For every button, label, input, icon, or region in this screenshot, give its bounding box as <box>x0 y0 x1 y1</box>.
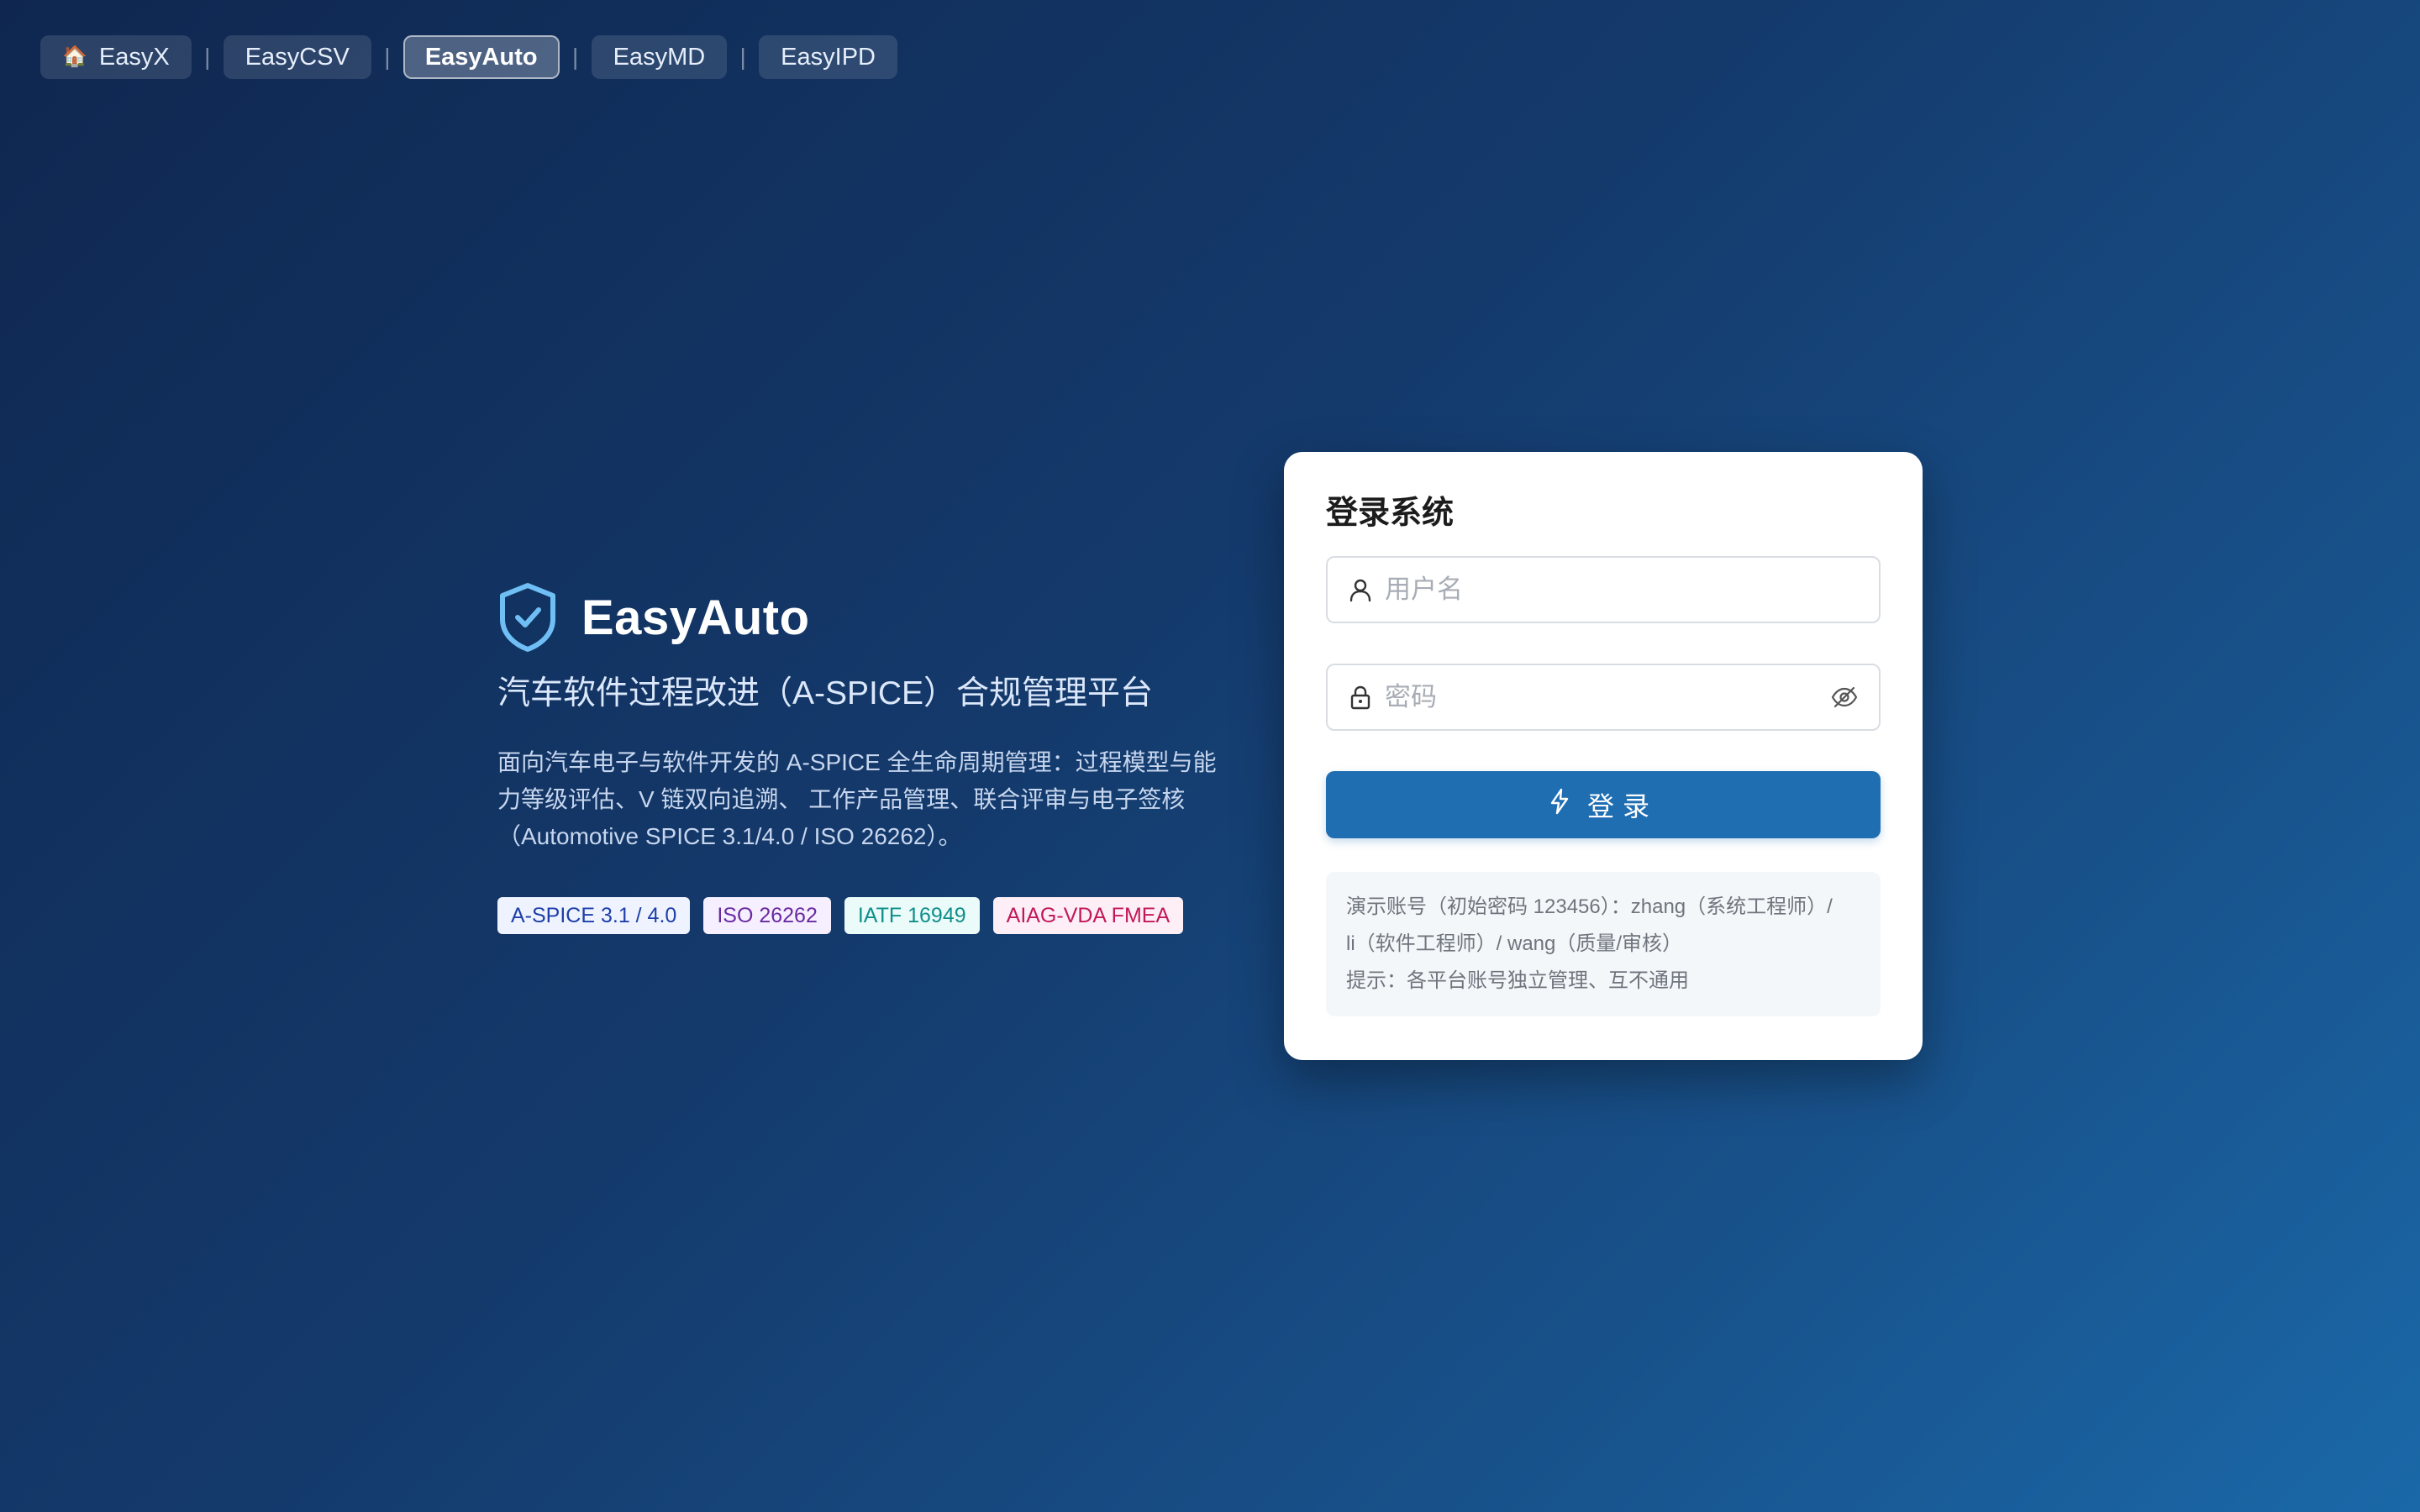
hint-line: 演示账号（初始密码 123456）：zhang（系统工程师）/ <box>1346 895 1833 918</box>
brand-name: EasyAuto <box>581 590 810 645</box>
tag-iso26262: ISO 26262 <box>703 897 831 934</box>
hero-description: 面向汽车电子与软件开发的 A-SPICE 全生命周期管理：过程模型与能力等级评估… <box>497 749 1217 849</box>
nav-tab-label: EasyMD <box>613 43 706 71</box>
username-input[interactable] <box>1383 564 1859 616</box>
login-title: 登录系统 <box>1326 496 1455 531</box>
tag-fmea: AIAG-VDA FMEA <box>992 897 1184 934</box>
nav-tab-easymd[interactable]: EasyMD <box>591 35 728 79</box>
hero-section: EasyAuto 汽车软件过程改进（A-SPICE）合规管理平台 面向汽车电子与… <box>497 580 1237 934</box>
standard-tags: A-SPICE 3.1 / 4.0 ISO 26262 IATF 16949 A… <box>497 897 1237 934</box>
nav-separator: | <box>571 44 579 70</box>
nav-tab-easyipd[interactable]: EasyIPD <box>759 35 897 79</box>
hero-subtitle: 汽车软件过程改进（A-SPICE）合规管理平台 <box>497 675 1154 711</box>
tag-aspice: A-SPICE 3.1 / 4.0 <box>497 897 691 934</box>
lock-icon <box>1348 685 1373 710</box>
top-nav: 🏠 EasyX | EasyCSV | EasyAuto | EasyMD | … <box>40 34 897 81</box>
tag-iatf16949: IATF 16949 <box>844 897 980 934</box>
nav-tab-easyx[interactable]: 🏠 EasyX <box>40 35 192 79</box>
nav-tab-label: EasyCSV <box>245 43 350 71</box>
password-input[interactable] <box>1383 671 1820 723</box>
nav-separator: | <box>739 44 746 70</box>
user-icon <box>1348 577 1373 602</box>
nav-separator: | <box>384 44 391 70</box>
eye-off-icon[interactable] <box>1830 685 1859 710</box>
hint-line: 提示：各平台账号独立管理、互不通用 <box>1346 969 1689 992</box>
brand: EasyAuto <box>497 580 1237 655</box>
demo-hint-box: 演示账号（初始密码 123456）：zhang（系统工程师）/ li（软件工程师… <box>1326 872 1881 1016</box>
lightning-icon <box>1549 788 1570 822</box>
password-field-wrapper <box>1326 664 1881 731</box>
nav-tab-label: EasyX <box>98 43 170 71</box>
login-card: 登录系统 用户名 登录 演示账号（初始密码 123456）：zhang（系统工程… <box>1284 452 1923 1060</box>
nav-tab-easycsv[interactable]: EasyCSV <box>223 35 371 79</box>
shield-check-icon <box>497 582 558 653</box>
home-icon: 🏠 <box>62 45 87 68</box>
login-button[interactable]: 登录 <box>1326 771 1881 838</box>
nav-tab-easyauto[interactable]: EasyAuto <box>402 35 560 79</box>
nav-separator: | <box>204 44 211 70</box>
nav-tab-label: EasyIPD <box>781 43 876 71</box>
hint-line: li（软件工程师）/ wang（质量/审核） <box>1346 932 1683 955</box>
username-field-wrapper <box>1326 556 1881 623</box>
login-button-label: 登录 <box>1586 791 1658 822</box>
nav-tab-label: EasyAuto <box>424 43 538 71</box>
